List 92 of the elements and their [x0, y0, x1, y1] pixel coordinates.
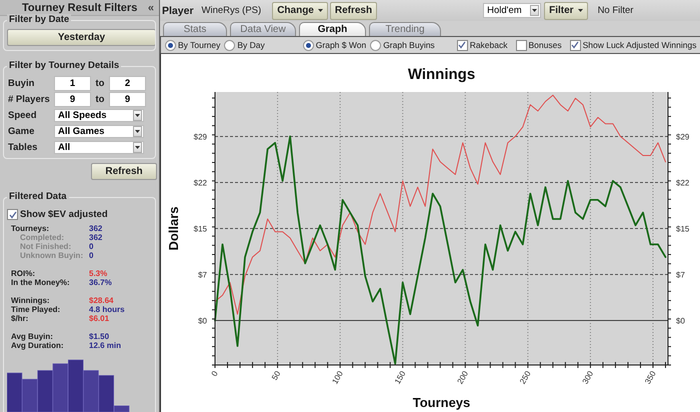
stat-value: $28.64 — [89, 296, 114, 305]
axis-title: Dollars — [166, 206, 181, 251]
stat-label: Winnings: — [11, 296, 51, 305]
stat-label: In the Money%: — [11, 278, 71, 287]
tick-label: 300 — [580, 370, 596, 386]
refresh-button[interactable]: Refresh — [91, 163, 157, 180]
game-dropdown[interactable]: Hold'em — [483, 3, 542, 18]
caret-icon — [578, 9, 583, 12]
tick-label: $7 — [676, 270, 685, 280]
dropdown-field[interactable]: All — [54, 140, 144, 154]
filter-status: No Filter — [598, 5, 634, 16]
group-title: Filter by Tourney Details — [7, 60, 122, 72]
stat-value: 0 — [89, 251, 94, 260]
range-to-field[interactable]: 2 — [109, 76, 146, 91]
tick-label: $0 — [198, 316, 207, 326]
field-label: Buyin — [8, 78, 36, 89]
radio-button[interactable]: Graph Buyins — [370, 40, 435, 50]
caret-icon — [318, 9, 323, 12]
stat-label: Completed: — [19, 233, 65, 242]
caret-icon — [532, 9, 538, 12]
range-to-field[interactable]: 9 — [109, 92, 146, 107]
stat-value: 12.6 min — [89, 341, 122, 350]
tick-label: $7 — [198, 270, 207, 280]
ev-checkbox[interactable]: Show $EV adjusted — [7, 209, 155, 220]
toolbar-button[interactable]: Refresh — [330, 2, 378, 20]
tick-label: $15 — [194, 224, 207, 234]
caret-icon — [135, 114, 140, 117]
range-separator: to — [94, 78, 106, 89]
checkbox[interactable]: Show Luck Adjusted Winnings — [570, 40, 696, 50]
date-button[interactable]: Yesterday — [7, 29, 156, 46]
stat-value: 4.8 hours — [89, 305, 126, 314]
toolbar-button[interactable]: Change — [272, 2, 328, 20]
tick-label: $22 — [676, 178, 690, 188]
tick-label: 200 — [456, 370, 470, 386]
player-label: Player — [162, 4, 194, 16]
tab[interactable]: Trending — [369, 22, 441, 36]
stat-value: 0 — [89, 242, 94, 251]
stat-label: $/hr: — [11, 314, 30, 323]
radio-button[interactable]: By Day — [224, 40, 265, 50]
group-title: Filter by Date — [7, 14, 72, 26]
radio-button[interactable]: By Tourney — [165, 40, 220, 50]
tick-label: $15 — [676, 224, 690, 234]
stat-label: Not Finished: — [19, 242, 72, 251]
range-separator: to — [94, 94, 106, 105]
tick-label: $22 — [194, 178, 207, 188]
tick-label: $29 — [194, 132, 207, 142]
tick-label: 50 — [270, 370, 282, 382]
chart-title: Winnings — [408, 66, 476, 83]
stat-value: 362 — [89, 224, 104, 233]
checkbox[interactable]: Rakeback — [456, 40, 508, 50]
tick-label: 250 — [518, 370, 533, 386]
tab[interactable]: Stats — [163, 22, 227, 36]
radio-button[interactable]: Graph $ Won — [302, 40, 366, 50]
stat-label: Time Played: — [11, 305, 62, 314]
caret-icon — [135, 130, 140, 133]
tick-label: 350 — [643, 370, 658, 386]
checkmark-icon — [8, 210, 16, 218]
stat-value: 362 — [89, 233, 104, 242]
collapse-button[interactable]: « — [148, 2, 154, 14]
field-label: # Players — [8, 94, 51, 105]
stat-label: Avg Duration: — [11, 341, 65, 350]
player-name: WineRys (PS) — [202, 5, 262, 16]
stat-label: Avg Buyin: — [11, 332, 54, 341]
caret-icon — [135, 146, 140, 149]
stat-value: $1.50 — [89, 332, 110, 341]
stat-value: 36.7% — [89, 278, 113, 287]
tick-label: $0 — [676, 316, 685, 326]
stat-label: Tourneys: — [11, 224, 50, 233]
tick-label: 150 — [392, 370, 408, 386]
filter-button[interactable]: Filter — [544, 2, 588, 20]
group-title: Filtered Data — [7, 191, 69, 202]
field-label: Speed — [8, 110, 38, 121]
range-from-field[interactable]: 9 — [54, 92, 91, 107]
stat-label: Unknown Buyin: — [19, 251, 84, 260]
checkbox[interactable]: Bonuses — [516, 40, 562, 50]
dropdown-field[interactable]: All Speeds — [54, 108, 144, 122]
panel-title: Tourney Result Filters — [22, 2, 138, 14]
field-label: Game — [8, 126, 36, 137]
tick-label: 0 — [210, 370, 220, 378]
tick-label: $29 — [676, 132, 690, 142]
tab[interactable]: Data View — [230, 22, 296, 36]
axis-title: Tourneys — [412, 395, 470, 410]
checkmark-icon — [458, 41, 466, 49]
tab[interactable]: Graph — [299, 22, 366, 36]
stat-value: $6.01 — [89, 314, 110, 323]
range-from-field[interactable]: 1 — [54, 76, 91, 91]
dropdown-field[interactable]: All Games — [54, 124, 144, 138]
field-label: Tables — [8, 142, 38, 153]
stat-label: ROI%: — [11, 269, 36, 278]
tick-label: 100 — [330, 370, 345, 386]
checkmark-icon — [571, 41, 580, 49]
stat-value: 5.3% — [89, 269, 108, 278]
